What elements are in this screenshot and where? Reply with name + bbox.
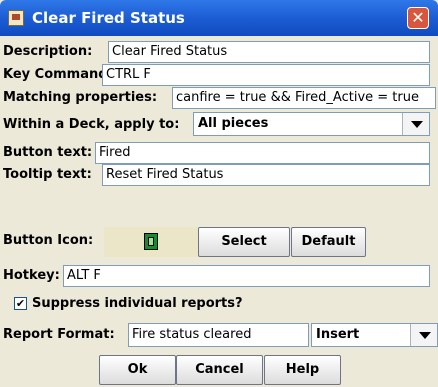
tooltip-text-label: Tooltip text: xyxy=(3,167,92,182)
close-icon[interactable]: ✕ xyxy=(407,7,429,29)
button-text-label: Button text: xyxy=(3,145,93,160)
title-bar[interactable]: Clear Fired Status ✕ xyxy=(0,0,438,36)
chevron-down-icon[interactable] xyxy=(402,113,429,135)
within-deck-value: All pieces xyxy=(198,116,269,131)
select-icon-button[interactable]: Select xyxy=(198,227,290,257)
button-icon-label: Button Icon: xyxy=(3,233,94,248)
window-title: Clear Fired Status xyxy=(32,9,185,27)
description-label: Description: xyxy=(3,44,93,59)
help-button[interactable]: Help xyxy=(264,355,341,385)
report-format-label: Report Format: xyxy=(3,327,115,342)
chevron-down-icon[interactable] xyxy=(410,324,437,346)
counter-chip-icon xyxy=(144,233,158,250)
app-icon xyxy=(8,10,24,26)
tooltip-text-field[interactable]: Reset Fired Status xyxy=(102,164,430,186)
suppress-reports-checkbox[interactable]: ✔ xyxy=(14,297,27,310)
button-icon-preview xyxy=(104,227,198,257)
default-icon-button[interactable]: Default xyxy=(291,227,366,257)
within-deck-label: Within a Deck, apply to: xyxy=(3,117,180,132)
button-text-field[interactable]: Fired xyxy=(95,142,430,164)
matching-properties-label: Matching properties: xyxy=(3,90,158,105)
insert-value: Insert xyxy=(316,327,360,342)
suppress-reports-label[interactable]: Suppress individual reports? xyxy=(32,296,243,311)
within-deck-dropdown[interactable]: All pieces xyxy=(193,112,430,136)
key-command-field[interactable]: CTRL F xyxy=(102,64,430,86)
description-field[interactable]: Clear Fired Status xyxy=(108,41,430,63)
ok-button[interactable]: Ok xyxy=(99,355,176,385)
key-command-label: Key Command: xyxy=(3,67,113,82)
cancel-button[interactable]: Cancel xyxy=(176,355,263,385)
matching-properties-field[interactable]: canfire = true && Fired_Active = true xyxy=(172,87,436,109)
report-format-field[interactable]: Fire status cleared xyxy=(128,323,309,347)
hotkey-field[interactable]: ALT F xyxy=(63,265,430,287)
insert-dropdown[interactable]: Insert xyxy=(311,323,438,347)
hotkey-label: Hotkey: xyxy=(3,268,60,283)
